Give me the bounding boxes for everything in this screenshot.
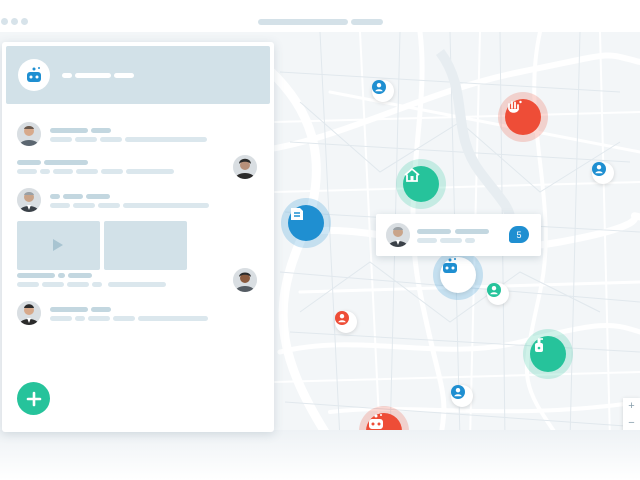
avatar[interactable] <box>233 155 257 179</box>
feed-title-placeholder-2 <box>91 128 111 133</box>
feed-text-placeholder-4 <box>125 137 207 142</box>
feed-text-placeholder-4 <box>113 316 135 321</box>
feed-title-placeholder-2 <box>44 160 88 165</box>
window-maximize-dot[interactable] <box>21 18 28 25</box>
hand-wash-marker[interactable] <box>505 99 541 135</box>
app-logo[interactable] <box>18 59 50 91</box>
feed-title-placeholder <box>50 128 88 133</box>
feed-title-placeholder <box>50 307 88 312</box>
feed-text-placeholder-4 <box>92 282 102 287</box>
header-title-placeholder-2 <box>75 73 111 78</box>
avatar[interactable] <box>17 122 41 146</box>
popup-detail-placeholder-3 <box>465 238 475 243</box>
user-photo <box>17 188 41 212</box>
feed-text-placeholder-2 <box>75 316 85 321</box>
person-pin[interactable] <box>372 80 394 102</box>
robot-hand-icon <box>27 67 41 82</box>
avatar <box>386 223 410 247</box>
person-icon <box>335 311 349 325</box>
map-user-popup[interactable]: 5 <box>376 214 541 256</box>
person-pin[interactable] <box>592 162 614 184</box>
person-pin[interactable] <box>487 283 509 305</box>
feed-text-placeholder-3 <box>88 316 110 321</box>
feed-text-placeholder-4 <box>123 203 209 208</box>
home-icon <box>404 168 420 182</box>
feed-text-placeholder-3 <box>100 137 122 142</box>
window-minimize-dot[interactable] <box>11 18 18 25</box>
feed-text-placeholder-2 <box>40 169 50 174</box>
header-title-placeholder <box>62 73 72 78</box>
home-marker[interactable] <box>403 166 439 202</box>
map-bottom-fade <box>0 430 640 480</box>
robot-hand-icon <box>369 414 383 429</box>
person-icon <box>487 283 501 297</box>
feed-text-placeholder <box>50 203 70 208</box>
popup-name-placeholder-2 <box>455 229 489 234</box>
feed-title-placeholder-2 <box>58 273 65 278</box>
feed-text-placeholder-3 <box>98 203 120 208</box>
feed-title-placeholder-2 <box>91 307 111 312</box>
feed-text-placeholder-3 <box>67 282 89 287</box>
person-icon <box>372 80 386 94</box>
message-count-badge[interactable]: 5 <box>509 226 529 243</box>
robot-marker[interactable] <box>440 257 476 293</box>
plus-icon <box>26 391 41 406</box>
image-thumbnail[interactable] <box>104 221 187 270</box>
feed-title-placeholder <box>50 194 60 199</box>
user-photo <box>233 155 257 179</box>
zoom-in-button[interactable]: + <box>623 398 640 415</box>
video-thumbnail[interactable] <box>17 221 100 270</box>
feed-text-placeholder-2 <box>42 282 64 287</box>
header-title-placeholder-3 <box>114 73 134 78</box>
feed-title-placeholder <box>17 160 41 165</box>
avatar[interactable] <box>233 268 257 292</box>
avatar[interactable] <box>17 188 41 212</box>
zoom-controls: + − <box>623 398 640 432</box>
soap-bottle-icon <box>535 338 543 352</box>
window-close-dot[interactable] <box>1 18 8 25</box>
feed-text-placeholder-2 <box>73 203 95 208</box>
robot-hand-icon <box>443 258 457 273</box>
play-icon <box>53 239 63 251</box>
feed-text-placeholder-5 <box>101 169 123 174</box>
feed-title-placeholder-3 <box>86 194 110 199</box>
feed-title-placeholder-2 <box>63 194 83 199</box>
panel-header <box>6 46 270 104</box>
feed-text-placeholder-2 <box>75 137 97 142</box>
feed-text-placeholder <box>17 169 37 174</box>
feed-text-placeholder-6 <box>126 169 174 174</box>
service-marker[interactable] <box>288 205 324 241</box>
add-button[interactable] <box>17 382 50 415</box>
feed-text-placeholder <box>50 316 72 321</box>
person-pin[interactable] <box>451 385 473 407</box>
feed-text-placeholder-4 <box>76 169 98 174</box>
avatar[interactable] <box>17 301 41 325</box>
feed-text-placeholder-3 <box>53 169 73 174</box>
service-icon <box>291 208 303 220</box>
feed-title-placeholder-3 <box>68 273 92 278</box>
feed-text-placeholder <box>17 282 39 287</box>
window-title-placeholder-2 <box>351 19 383 25</box>
feed-text-placeholder <box>50 137 72 142</box>
user-photo <box>17 301 41 325</box>
user-photo <box>17 122 41 146</box>
person-icon <box>592 162 606 176</box>
activity-panel <box>2 42 274 432</box>
window-title-placeholder <box>258 19 348 25</box>
popup-detail-placeholder-2 <box>440 238 462 243</box>
hand-wash-icon <box>508 100 522 113</box>
popup-detail-placeholder <box>417 238 437 243</box>
feed-title-placeholder <box>17 273 55 278</box>
feed-text-placeholder-5 <box>138 316 208 321</box>
soap-marker[interactable] <box>530 336 566 372</box>
user-photo <box>233 268 257 292</box>
person-icon <box>451 385 465 399</box>
person-pin[interactable] <box>335 311 357 333</box>
app-window: + − 5 <box>0 0 640 480</box>
popup-name-placeholder <box>417 229 451 234</box>
feed-text-placeholder-5 <box>108 282 166 287</box>
user-photo <box>386 223 410 247</box>
